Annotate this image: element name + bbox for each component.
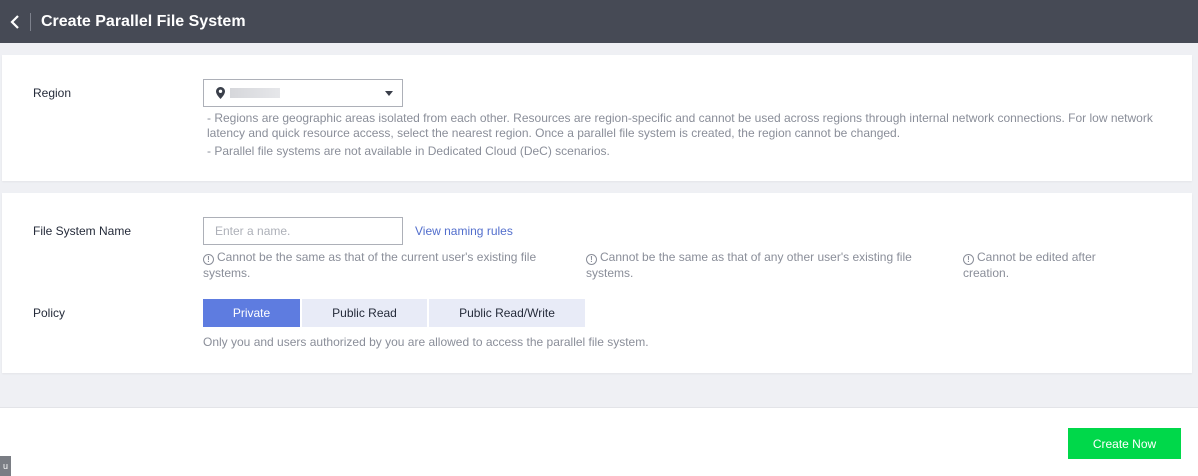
header-divider [30, 12, 31, 31]
info-icon: ! [963, 254, 974, 265]
back-button[interactable] [0, 0, 30, 43]
policy-option-public-read[interactable]: Public Read [302, 299, 427, 327]
policy-option-public-read-write[interactable]: Public Read/Write [429, 299, 585, 327]
info-icon: ! [203, 254, 214, 265]
settings-card: File System Name View naming rules !Cann… [2, 193, 1192, 373]
location-pin-icon [216, 87, 225, 99]
corner-tab[interactable]: u [0, 456, 11, 476]
region-label: Region [33, 86, 72, 100]
region-card: Region - Regions are geographic areas is… [2, 55, 1192, 181]
region-help-text: - Regions are geographic areas isolated … [207, 111, 1153, 140]
create-now-button[interactable]: Create Now [1068, 428, 1181, 459]
name-tip-text: Cannot be edited after creation. [963, 250, 1096, 280]
name-tip-2: ! Cannot be the same as that of any other… [586, 249, 936, 281]
footer-bar: Create Now [0, 407, 1198, 476]
policy-label: Policy [33, 306, 66, 320]
region-dropdown[interactable] [203, 79, 403, 107]
info-icon: ! [586, 254, 597, 265]
policy-description: Only you and users authorized by you are… [203, 335, 649, 349]
name-tip-1: ! Cannot be the same as that of the curre… [203, 249, 563, 281]
file-system-name-label: File System Name [33, 224, 132, 238]
file-system-name-input[interactable] [203, 217, 403, 245]
name-tip-text: Cannot be the same as that of any other … [586, 250, 912, 280]
region-value [230, 88, 280, 98]
policy-option-private[interactable]: Private [203, 299, 300, 327]
caret-down-icon [385, 91, 393, 96]
name-tip-3: ! Cannot be edited after creation. [963, 249, 1123, 281]
region-dec-note: - Parallel file systems are not availabl… [207, 144, 610, 158]
chevron-left-icon [10, 14, 19, 29]
policy-selector: Private Public Read Public Read/Write [203, 299, 585, 327]
page-title: Create Parallel File System [41, 12, 246, 30]
name-tip-text: Cannot be the same as that of the curren… [203, 250, 537, 280]
view-naming-rules-link[interactable]: View naming rules [415, 224, 513, 238]
top-bar: Create Parallel File System [0, 0, 1198, 43]
